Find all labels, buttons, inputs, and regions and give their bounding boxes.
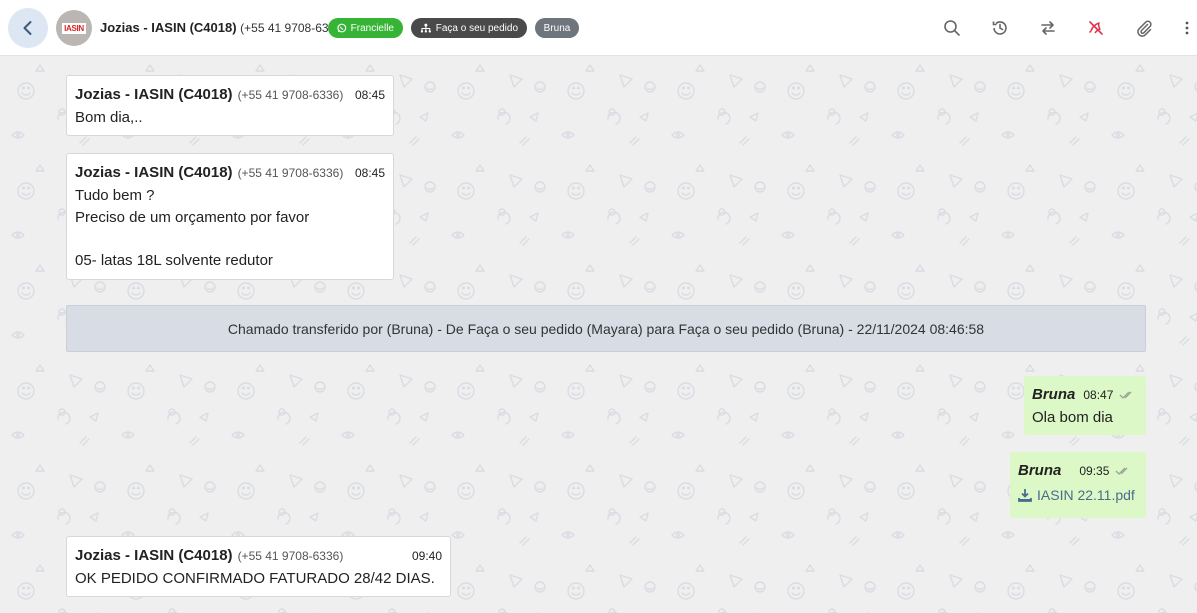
tag-label: Bruna [543, 22, 571, 34]
download-icon [1018, 489, 1032, 502]
whatsapp-icon [337, 23, 347, 33]
transfer-notice: Chamado transferido por (Bruna) - De Faç… [66, 305, 1146, 352]
chat-header: IASIN Jozias - IASIN (C4018) (+55 41 970… [0, 0, 1197, 56]
message-phone: (+55 41 9708-6336) [237, 166, 344, 180]
transfer-notice-text: Chamado transferido por (Bruna) - De Faç… [227, 320, 985, 337]
message-time: 09:35 [1079, 463, 1110, 478]
message-incoming[interactable]: Jozias - IASIN (C4018) (+55 41 9708-6336… [66, 75, 394, 136]
chevron-left-icon [23, 21, 32, 35]
history-button[interactable] [988, 16, 1012, 40]
search-icon [944, 20, 960, 36]
message-outgoing-file[interactable]: Bruna 09:35 IASIN 22.11.pdf [1010, 452, 1146, 518]
close-ticket-icon [1088, 21, 1103, 35]
message-sender: Bruna [1032, 386, 1076, 403]
close-ticket-button[interactable] [1084, 16, 1108, 40]
message-text: Bom dia,.. [75, 109, 143, 126]
message-text: Ola bom dia [1032, 409, 1113, 426]
message-text: Tudo bem ? Preciso de um orçamento por f… [75, 187, 310, 269]
message-incoming[interactable]: Jozias - IASIN (C4018) (+55 41 9708-6336… [66, 153, 394, 280]
message-text: OK PEDIDO CONFIRMADO FATURADO 28/42 DIAS… [75, 570, 435, 587]
message-meta: Bruna 08:47 [1032, 386, 1138, 403]
contact-name-text: Jozias - IASIN (C4018) [100, 20, 237, 35]
search-button[interactable] [940, 16, 964, 40]
message-time: 09:40 [411, 549, 442, 563]
avatar[interactable]: IASIN [56, 10, 92, 46]
message-meta: Bruna 09:35 [1018, 462, 1138, 479]
company-logo: IASIN [62, 22, 86, 34]
message-meta: Jozias - IASIN (C4018) (+55 41 9708-6336… [75, 164, 385, 181]
message-sender: Jozias - IASIN (C4018) [75, 547, 233, 564]
tag-department[interactable]: Faça o seu pedido [411, 18, 527, 38]
message-phone: (+55 41 9708-6336) [237, 88, 344, 102]
tag-agent[interactable]: Bruna [535, 18, 579, 38]
double-check-icon [1119, 390, 1135, 400]
tag-label: Francielle [350, 22, 394, 34]
tag-whatsapp-connection[interactable]: Francielle [328, 18, 403, 38]
attach-button[interactable] [1132, 16, 1156, 40]
department-icon [420, 23, 431, 33]
double-check-icon [1115, 466, 1131, 476]
transfer-icon [1041, 21, 1055, 35]
message-sender: Jozias - IASIN (C4018) [75, 164, 233, 181]
file-name: IASIN 22.11.pdf [1037, 487, 1135, 503]
message-meta: Jozias - IASIN (C4018) (+55 41 9708-6336… [75, 86, 385, 103]
message-sender: Bruna [1018, 462, 1062, 479]
chat-area[interactable]: Jozias - IASIN (C4018) (+55 41 9708-6336… [0, 57, 1197, 613]
message-time: 08:45 [354, 88, 385, 102]
message-sender: Jozias - IASIN (C4018) [75, 86, 233, 103]
message-phone: (+55 41 9708-6336) [237, 549, 344, 563]
header-scrollbar [1189, 0, 1197, 56]
contact-name[interactable]: Jozias - IASIN (C4018) (+55 41 9708-6336… [100, 20, 346, 35]
message-incoming[interactable]: Jozias - IASIN (C4018) (+55 41 9708-6336… [66, 536, 451, 597]
message-outgoing[interactable]: Bruna 08:47 Ola bom dia [1024, 376, 1146, 435]
file-download-link[interactable]: IASIN 22.11.pdf [1018, 487, 1138, 503]
message-time: 08:45 [354, 166, 385, 180]
back-button[interactable] [8, 8, 48, 48]
history-icon [992, 21, 1007, 35]
message-time: 08:47 [1083, 387, 1114, 402]
attach-icon [1137, 20, 1152, 37]
message-meta: Jozias - IASIN (C4018) (+55 41 9708-6336… [75, 547, 442, 564]
transfer-button[interactable] [1036, 16, 1060, 40]
tag-label: Faça o seu pedido [435, 22, 518, 34]
